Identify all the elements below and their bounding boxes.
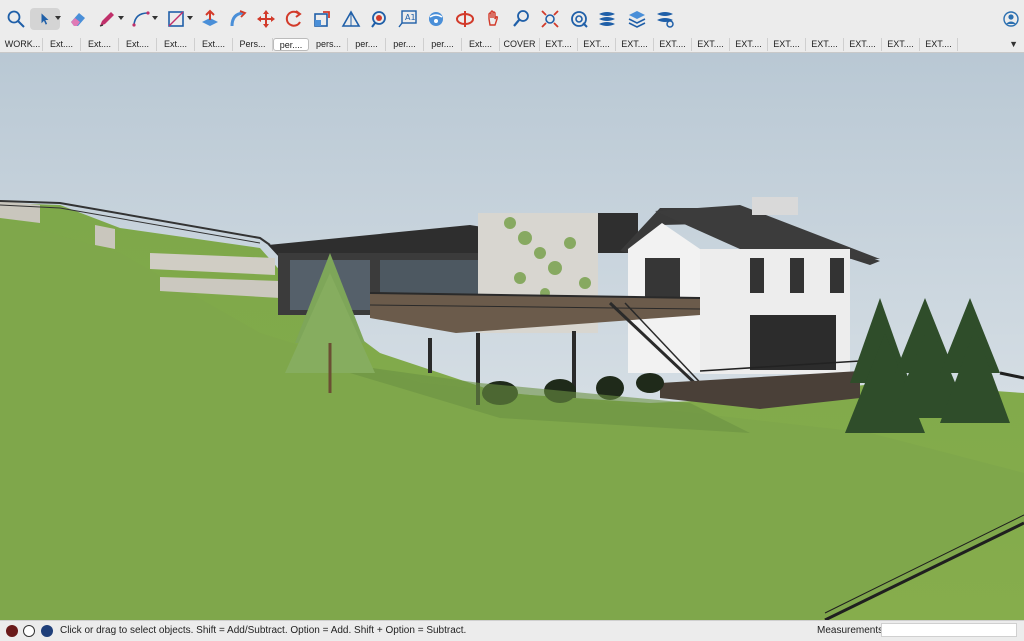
rotate-tool-icon[interactable]	[283, 8, 305, 30]
select-tool-menu-caret[interactable]	[55, 16, 61, 20]
text-tool-icon[interactable]: A1	[397, 8, 419, 30]
scene-tab[interactable]: EXT....	[920, 38, 958, 51]
status-hint-text: Click or drag to select objects. Shift =…	[60, 625, 467, 636]
scene-tab[interactable]: WORK...	[3, 38, 43, 51]
eraser-tool-icon[interactable]	[67, 8, 89, 30]
styles-panel-icon[interactable]	[654, 8, 676, 30]
model-viewport[interactable]	[0, 53, 1024, 620]
orbit-tool-icon[interactable]	[425, 8, 447, 30]
scene-tab[interactable]: EXT....	[578, 38, 616, 51]
scene-tab[interactable]: per....	[424, 38, 462, 51]
measurements-input[interactable]	[881, 623, 1017, 637]
scene-tab[interactable]: Ext....	[119, 38, 157, 51]
geolocation-icon[interactable]	[6, 625, 18, 637]
status-bar: Click or drag to select objects. Shift =…	[0, 620, 1024, 641]
credits-info-icon[interactable]	[23, 625, 35, 637]
move-tool-icon[interactable]	[255, 8, 277, 30]
pencil-line-tool-icon[interactable]	[96, 8, 118, 30]
shape-tool-menu-caret[interactable]	[187, 16, 193, 20]
scene-tab[interactable]: Ext....	[462, 38, 500, 51]
scene-tab[interactable]: Ext....	[43, 38, 81, 51]
pan-tool-icon[interactable]	[482, 8, 504, 30]
scene-tab[interactable]: EXT....	[692, 38, 730, 51]
scene-tabs-bar: WORK... Ext.... Ext.... Ext.... Ext.... …	[0, 38, 1024, 53]
scene-tab[interactable]: EXT....	[616, 38, 654, 51]
follow-me-tool-icon[interactable]	[227, 8, 249, 30]
scale-tool-icon[interactable]	[311, 8, 333, 30]
search-tool-icon[interactable]	[5, 8, 27, 30]
main-toolbar: A1	[0, 0, 1024, 38]
scene-render	[0, 53, 1024, 620]
scene-tab-active[interactable]: per....	[273, 38, 309, 51]
scene-tab[interactable]: Ext....	[157, 38, 195, 51]
tape-measure-tool-icon[interactable]	[340, 8, 362, 30]
scene-tab[interactable]: EXT....	[730, 38, 768, 51]
pencil-tool-menu-caret[interactable]	[118, 16, 124, 20]
arc-tool-menu-caret[interactable]	[152, 16, 158, 20]
scene-tab[interactable]: Pers...	[233, 38, 273, 51]
scene-tab[interactable]: EXT....	[768, 38, 806, 51]
paint-bucket-tool-icon[interactable]	[368, 8, 390, 30]
zoom-tool-icon[interactable]	[510, 8, 532, 30]
tags-panel-icon[interactable]	[596, 8, 618, 30]
account-icon[interactable]	[1000, 8, 1022, 30]
svg-text:A1: A1	[405, 13, 416, 22]
scene-tab[interactable]: Ext....	[195, 38, 233, 51]
zoom-extents-tool-icon[interactable]	[539, 8, 561, 30]
layers-panel-icon[interactable]	[626, 8, 648, 30]
scene-tab[interactable]: EXT....	[654, 38, 692, 51]
scene-tab[interactable]: EXT....	[882, 38, 920, 51]
scene-tab[interactable]: COVER	[500, 38, 540, 51]
components-panel-icon[interactable]	[568, 8, 590, 30]
push-pull-tool-icon[interactable]	[199, 8, 221, 30]
user-account-icon[interactable]	[41, 625, 53, 637]
scene-tab[interactable]: per....	[348, 38, 386, 51]
measurements-label: Measurements	[817, 625, 884, 636]
scene-tab[interactable]: EXT....	[540, 38, 578, 51]
scene-tabs-overflow-button[interactable]: ▼	[1009, 38, 1018, 51]
scene-tab[interactable]: EXT....	[844, 38, 882, 51]
scene-tab[interactable]: pers...	[310, 38, 348, 51]
arc-tool-icon[interactable]	[130, 8, 152, 30]
shape-tool-icon[interactable]	[165, 8, 187, 30]
scene-tab[interactable]: EXT....	[806, 38, 844, 51]
scene-tab[interactable]: Ext....	[81, 38, 119, 51]
section-plane-tool-icon[interactable]	[454, 8, 476, 30]
scene-tab[interactable]: per....	[386, 38, 424, 51]
